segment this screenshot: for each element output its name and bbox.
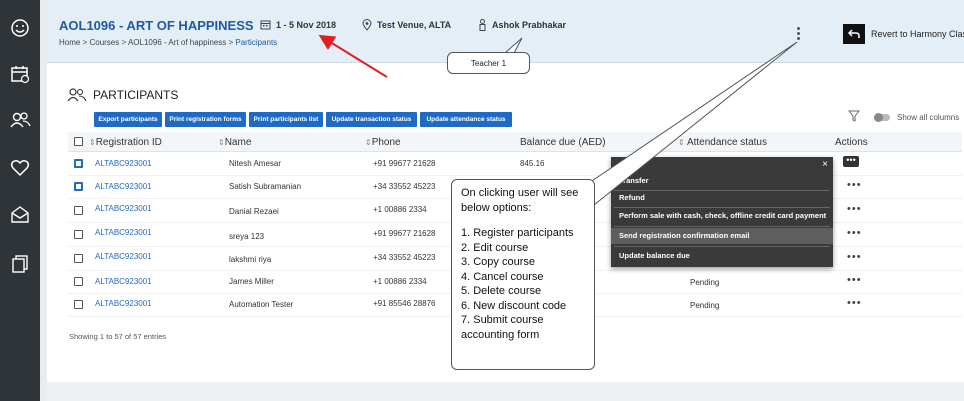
- row-actions-button[interactable]: •••: [847, 227, 862, 239]
- registration-id-link[interactable]: ALTABC923001: [95, 252, 152, 261]
- registration-id-link[interactable]: ALTABC923001: [95, 204, 152, 213]
- course-teacher: Ashok Prabhakar: [478, 19, 566, 31]
- balance-due: 845.16: [520, 159, 545, 168]
- participant-name: Nitesh Amesar: [229, 159, 282, 168]
- callout-item: 6. New discount code: [461, 299, 567, 312]
- row-checkbox[interactable]: [74, 254, 83, 263]
- callout-item: 2. Edit course: [461, 241, 529, 254]
- breadcrumb: Home > Courses > AOL1096 - Art of happin…: [59, 38, 278, 47]
- participant-phone: +91 99677 21628: [373, 229, 436, 238]
- col-attendance[interactable]: ⇕ Attendance status: [678, 137, 767, 148]
- menu-item-perform-sale[interactable]: Perform sale with cash, check, offline c…: [611, 209, 833, 223]
- revert-button[interactable]: [843, 24, 865, 44]
- bottom-gutter: [47, 382, 964, 401]
- participant-name: lakshmi riya: [229, 255, 272, 264]
- row-actions-button[interactable]: •••: [847, 203, 862, 215]
- row-actions-button[interactable]: •••: [847, 274, 862, 286]
- menu-item-refund[interactable]: Refund: [611, 192, 833, 204]
- row-actions-button[interactable]: •••: [847, 297, 862, 309]
- print-registration-forms-button[interactable]: Print registration forms: [165, 112, 246, 127]
- course-title[interactable]: AOL1096 - ART OF HAPPINESS: [59, 18, 254, 33]
- participant-phone: +91 85546 28876: [373, 299, 436, 308]
- close-icon[interactable]: ×: [822, 159, 828, 170]
- col-phone[interactable]: ⇕Phone: [365, 137, 401, 148]
- undo-arrow-icon: [848, 29, 860, 38]
- documents-icon[interactable]: [8, 252, 32, 276]
- menu-item-update-balance[interactable]: Update balance due: [611, 250, 833, 262]
- participant-phone: +91 99677 21628: [373, 159, 436, 168]
- attendance-status: Pending: [690, 278, 720, 287]
- location-pin-icon: [362, 19, 372, 31]
- registration-id-link[interactable]: ALTABC923001: [95, 182, 152, 191]
- course-venue: Test Venue, ALTA: [362, 19, 451, 31]
- revert-label[interactable]: Revert to Harmony Clas: [871, 29, 964, 39]
- row-actions-button[interactable]: •••: [847, 251, 862, 263]
- menu-item-transfer[interactable]: Transfer: [611, 175, 833, 187]
- show-all-columns-toggle[interactable]: [874, 113, 890, 122]
- callout-item: 5. Delete course: [461, 285, 542, 297]
- print-participants-list-button[interactable]: Print participants list: [249, 112, 323, 127]
- update-attendance-status-button[interactable]: Update attendance status: [420, 112, 512, 127]
- participant-phone: +1 00886 2334: [373, 205, 427, 214]
- registration-id-link[interactable]: ALTABC923001: [95, 159, 152, 168]
- users-icon[interactable]: [8, 108, 32, 132]
- participant-name: James Miller: [229, 277, 274, 286]
- participant-name: sreya 123: [229, 232, 265, 241]
- export-participants-button[interactable]: Export participants: [94, 112, 162, 127]
- callout-item: 7. Submit course accounting form: [461, 314, 544, 341]
- callout-item: 4. Cancel course: [461, 270, 544, 283]
- participant-name: Danial Rezaei: [229, 207, 279, 216]
- course-dates: 1 - 5 Nov 2018: [260, 19, 336, 30]
- row-checkbox[interactable]: [74, 182, 83, 191]
- row-checkbox[interactable]: [74, 206, 83, 215]
- row-checkbox[interactable]: [74, 230, 83, 239]
- table-header: ⇕Registration ID ⇕Name ⇕Phone Balance du…: [68, 132, 962, 152]
- options-callout: On clicking user will see below options:…: [451, 179, 595, 370]
- participants-icon: [67, 88, 87, 102]
- col-registration-id[interactable]: ⇕Registration ID: [89, 137, 162, 148]
- callout-intro: On clicking user will see below options:: [461, 187, 579, 214]
- participant-phone: +34 33552 45223: [373, 182, 436, 191]
- entries-info: Showing 1 to 57 of 57 entries: [69, 332, 167, 341]
- filter-icon[interactable]: [848, 110, 860, 122]
- participant-name: Automation Tester: [229, 300, 294, 309]
- update-transaction-status-button[interactable]: Update transaction status: [326, 112, 417, 127]
- breadcrumb-courses[interactable]: Courses: [89, 38, 119, 47]
- participant-phone: +1 00886 2334: [373, 277, 427, 286]
- row-checkbox[interactable]: [74, 300, 83, 309]
- mail-icon[interactable]: [8, 203, 32, 227]
- col-balance[interactable]: Balance due (AED): [520, 137, 606, 148]
- row-checkbox[interactable]: [74, 159, 83, 168]
- person-icon: [479, 19, 486, 31]
- breadcrumb-home[interactable]: Home: [59, 38, 80, 47]
- menu-item-send-confirmation-email[interactable]: Send registration confirmation email: [611, 228, 833, 244]
- row-actions-button-active[interactable]: •••: [843, 156, 859, 167]
- select-all-checkbox[interactable]: [74, 137, 83, 146]
- breadcrumb-course[interactable]: AOL1096 - Art of happiness: [128, 38, 226, 47]
- participant-name: Satish Subramanian: [229, 182, 302, 191]
- participant-phone: +34 33552 45223: [373, 253, 436, 262]
- registration-id-link[interactable]: ALTABC923001: [95, 277, 152, 286]
- smiley-icon[interactable]: [8, 16, 32, 40]
- row-actions-button[interactable]: •••: [847, 179, 862, 191]
- breadcrumb-current: Participants: [235, 38, 278, 47]
- registration-id-link[interactable]: ALTABC923001: [95, 228, 152, 237]
- callout-item: 1. Register participants: [461, 227, 574, 239]
- heart-icon[interactable]: [8, 156, 32, 180]
- teacher-annotation: Teacher 1: [447, 52, 530, 74]
- col-name[interactable]: ⇕Name: [218, 137, 251, 148]
- col-actions: Actions: [835, 137, 868, 148]
- row-checkbox[interactable]: [74, 277, 83, 286]
- calendar-small-icon: [260, 20, 271, 30]
- show-all-columns-label: Show all columns: [897, 113, 960, 122]
- sidebar: [0, 0, 40, 401]
- callout-item: 3. Copy course: [461, 256, 535, 268]
- registration-id-link[interactable]: ALTABC923001: [95, 299, 152, 308]
- course-actions-kebab[interactable]: [795, 27, 801, 43]
- participants-heading: PARTICIPANTS: [67, 88, 178, 102]
- sidebar-edge: [40, 0, 47, 401]
- calendar-icon[interactable]: [8, 62, 32, 86]
- row-actions-menu: × Transfer Refund Perform sale with cash…: [611, 157, 833, 267]
- attendance-status: Pending: [690, 301, 720, 310]
